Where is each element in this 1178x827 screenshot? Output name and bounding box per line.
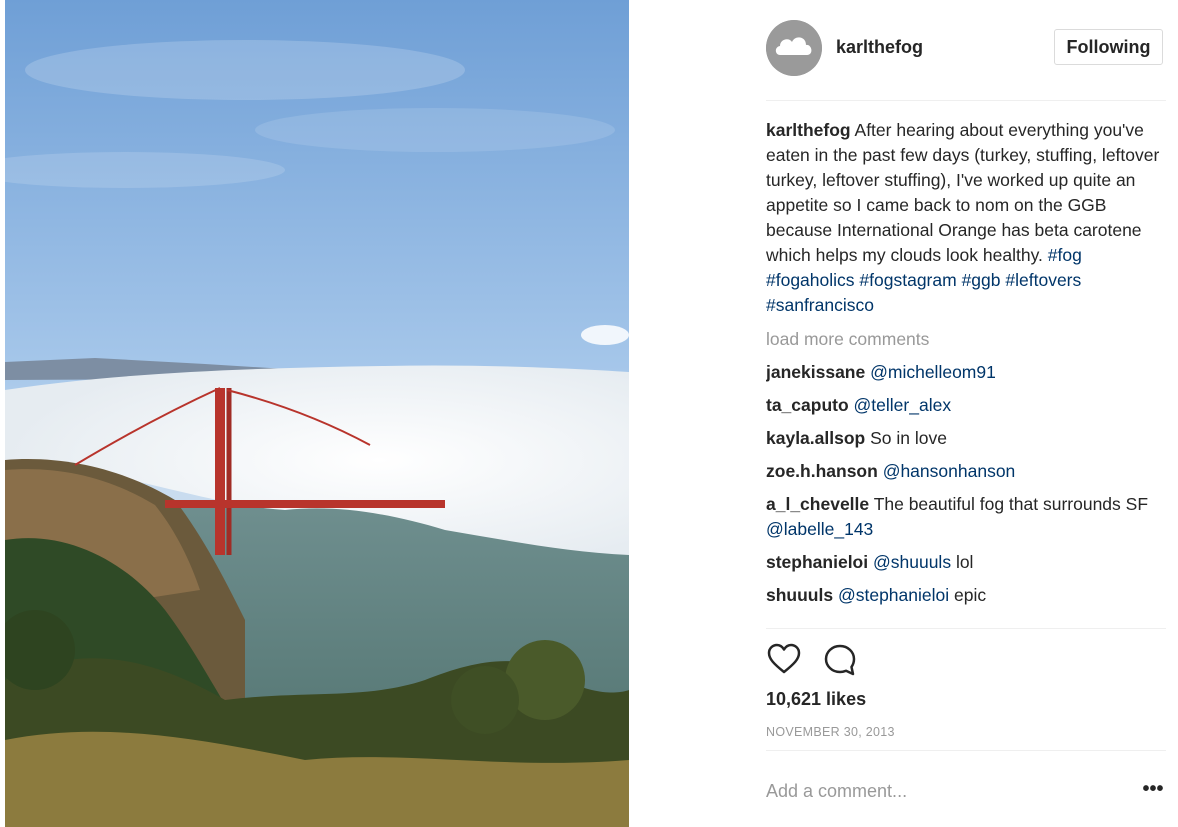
comment-username[interactable]: zoe.h.hanson: [766, 461, 878, 481]
comments-list[interactable]: karlthefog After hearing about everythin…: [766, 118, 1166, 628]
comment-username[interactable]: janekissane: [766, 362, 865, 382]
comment-item: zoe.h.hanson @hansonhanson: [766, 459, 1166, 484]
post-details-panel: karlthefog Following karlthefog After he…: [629, 0, 1178, 827]
post-caption: karlthefog After hearing about everythin…: [766, 118, 1166, 318]
caption-username[interactable]: karlthefog: [766, 120, 851, 140]
hashtag[interactable]: #leftovers: [1005, 270, 1081, 290]
hashtag[interactable]: #fogstagram: [859, 270, 956, 290]
comment-username[interactable]: a_l_chevelle: [766, 494, 869, 514]
comment-username[interactable]: ta_caputo: [766, 395, 849, 415]
comment-item: stephanieloi @shuuuls lol: [766, 550, 1166, 575]
divider: [766, 628, 1166, 629]
comment-text: epic: [949, 585, 987, 605]
heart-icon[interactable]: [766, 642, 802, 678]
post-username[interactable]: karlthefog: [836, 37, 923, 58]
comment-item: shuuuls @stephanieloi epic: [766, 583, 1166, 608]
comment-item: janekissane @michelleom91: [766, 360, 1166, 385]
comment-text: The beautiful fog that surrounds SF: [873, 494, 1149, 514]
load-more-comments-button[interactable]: load more comments: [766, 327, 1166, 352]
post-date: NOVEMBER 30, 2013: [766, 725, 895, 739]
comment-username[interactable]: stephanieloi: [766, 552, 868, 572]
comment-username[interactable]: shuuuls: [766, 585, 833, 605]
add-comment-input[interactable]: [766, 778, 1106, 804]
comment-thread: janekissane @michelleom91 ta_caputo @tell…: [766, 360, 1166, 608]
caption-text: After hearing about everything you've ea…: [766, 120, 1160, 265]
post-header: karlthefog Following: [766, 20, 1166, 76]
divider: [766, 100, 1166, 101]
following-button[interactable]: Following: [1054, 29, 1163, 65]
hashtag[interactable]: #fogaholics: [766, 270, 855, 290]
comment-username[interactable]: kayla.allsop: [766, 428, 865, 448]
mention-link[interactable]: @hansonhanson: [883, 461, 1016, 481]
post-photo: [5, 0, 629, 827]
mention-link[interactable]: @shuuuls: [873, 552, 951, 572]
mention-link[interactable]: @labelle_143: [766, 519, 873, 539]
mention-link[interactable]: @stephanieloi: [838, 585, 949, 605]
more-options-icon[interactable]: •••: [1139, 778, 1167, 804]
comment-bubble-icon[interactable]: [822, 642, 858, 678]
avatar[interactable]: [766, 20, 822, 76]
mention-link[interactable]: @michelleom91: [870, 362, 996, 382]
post-actions: [766, 642, 886, 678]
hashtag[interactable]: #fog: [1048, 245, 1082, 265]
likes-count[interactable]: 10,621 likes: [766, 689, 866, 710]
hashtag[interactable]: #ggb: [962, 270, 1001, 290]
comment-text: So in love: [870, 428, 947, 448]
cloud-icon: [766, 20, 822, 76]
comment-text: lol: [951, 552, 974, 572]
divider: [766, 750, 1166, 751]
hashtag[interactable]: #sanfrancisco: [766, 295, 874, 315]
comment-item: ta_caputo @teller_alex: [766, 393, 1166, 418]
comment-item: kayla.allsop So in love: [766, 426, 1166, 451]
golden-gate-fog-image: [5, 0, 629, 827]
comment-item: a_l_chevelle The beautiful fog that surr…: [766, 492, 1166, 542]
mention-link[interactable]: @teller_alex: [854, 395, 952, 415]
